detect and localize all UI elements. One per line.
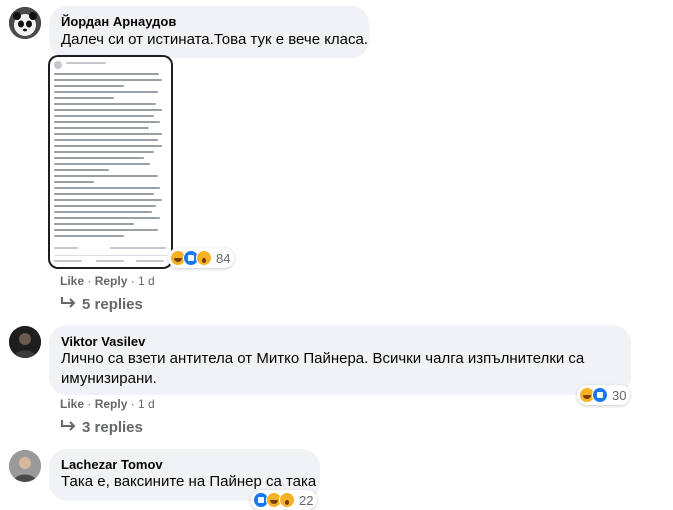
comment-author[interactable]: Йордан Арнаудов [61,14,176,29]
user-avatar-icon [9,450,41,482]
like-button[interactable]: Like [60,397,84,411]
reaction-count: 22 [299,492,314,508]
comment-actions: Like · Reply · 1 d [60,274,155,288]
avatar-placeholder [54,61,62,69]
comment-text: Далеч си от истината.Това тук е вече кла… [61,31,369,48]
user-avatar-icon [9,326,41,358]
reply-arrow-icon [61,420,76,431]
comment-text-line-2: имунизирани. [61,370,157,387]
like-icon [592,387,608,403]
reply-button[interactable]: Reply [95,274,128,288]
reaction-summary[interactable]: 22 [251,490,318,510]
view-replies-button[interactable]: 5 replies [60,296,143,313]
comment-actions: Like · Reply · 1 d [60,397,155,411]
divider [54,255,167,256]
reaction-count: 84 [216,250,231,266]
reaction-summary[interactable]: 30 [577,385,631,405]
comment-text: Така е, ваксините на Пайнер са така [61,473,317,490]
reaction-count: 30 [612,387,627,403]
like-button[interactable]: Like [60,274,84,288]
reply-arrow-icon [61,297,76,308]
reply-button[interactable]: Reply [95,397,128,411]
avatar[interactable] [9,450,41,482]
reaction-summary[interactable]: 84 [168,248,235,268]
avatar[interactable] [9,326,41,358]
wow-icon [196,250,212,266]
timestamp[interactable]: 1 d [138,274,155,288]
comment-author[interactable]: Lachezar Tomov [61,457,163,472]
comment-author[interactable]: Viktor Vasilev [61,334,145,349]
view-replies-button[interactable]: 3 replies [60,419,143,436]
panda-avatar-icon [9,7,41,39]
comment-text-line-1: Лично са взети антитела от Митко Пайнера… [61,350,585,367]
avatar[interactable] [9,7,41,39]
wow-icon [279,492,295,508]
timestamp[interactable]: 1 d [138,397,155,411]
attached-screenshot-image[interactable] [50,57,171,267]
